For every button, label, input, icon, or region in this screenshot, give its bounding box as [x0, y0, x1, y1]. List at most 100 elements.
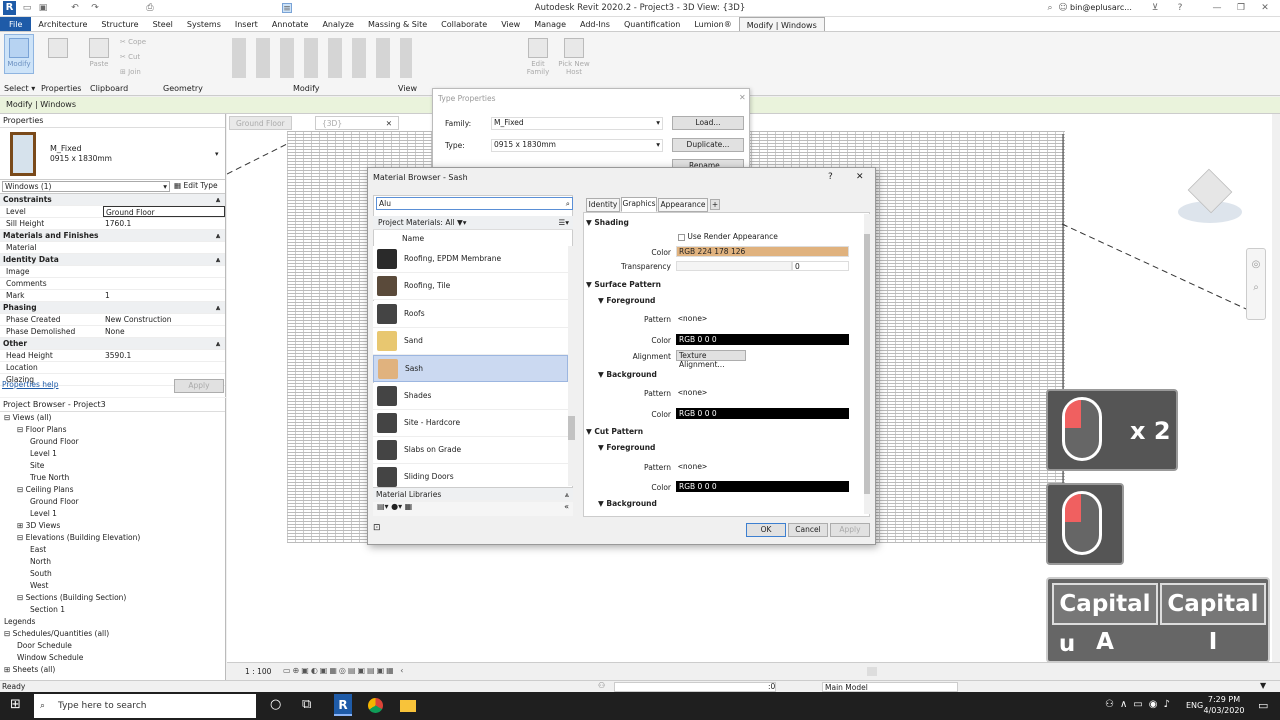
browser-tree-item[interactable]: Section 1 — [0, 604, 225, 616]
collapse-icon[interactable]: ⊟ — [4, 629, 13, 638]
ribbon-tab-annotate[interactable]: Annotate — [265, 17, 316, 31]
horizontal-scroll-thumb[interactable] — [867, 667, 877, 676]
navigation-bar[interactable]: ◎ ⌕ — [1246, 248, 1266, 320]
revit-logo-icon[interactable]: R — [3, 1, 16, 15]
library-icon[interactable]: ▤▾ — [377, 502, 389, 511]
ribbon-tab-quantification[interactable]: Quantification — [617, 17, 687, 31]
join-button[interactable]: ⊞ Join — [120, 68, 141, 76]
system-tray-icons[interactable]: ⚇∧▭◉♪ — [1105, 699, 1176, 710]
save-icon[interactable]: ▣ — [38, 3, 48, 13]
clock-date[interactable]: 4/03/2020 — [1200, 706, 1248, 715]
property-group[interactable]: Other ⩓ — [0, 338, 225, 350]
browser-tree-item[interactable]: Ground Floor — [0, 496, 225, 508]
property-row[interactable]: Head Height 3590.1 — [0, 350, 225, 362]
minimize-icon[interactable]: — — [1212, 3, 1222, 13]
maximize-icon[interactable]: ❐ — [1236, 3, 1246, 13]
taskbar-search[interactable]: ⌕ Type here to search — [34, 694, 256, 718]
material-list-item[interactable]: Roofing, Tile — [373, 273, 568, 301]
cancel-button[interactable]: Cancel — [788, 523, 828, 537]
panel-select[interactable]: Select ▾ — [4, 84, 35, 93]
filter-icon[interactable]: ▼▾ — [457, 218, 467, 227]
browser-tree-item[interactable]: Door Schedule — [0, 640, 225, 652]
material-list-item[interactable]: Sash — [373, 355, 568, 383]
chevron-down-icon[interactable]: ▾ — [215, 150, 219, 158]
tab-identity[interactable]: Identity — [586, 198, 620, 212]
browser-tree-item[interactable]: ⊞ Sheets (all) — [0, 664, 225, 676]
property-group[interactable]: Materials and Finishes ⩓ — [0, 230, 225, 242]
edit-family-button[interactable]: Edit Family — [524, 34, 552, 76]
windows-start-icon[interactable]: ⊞ — [10, 698, 24, 712]
zoom-icon[interactable]: ⌕ — [1247, 282, 1265, 293]
material-list-item[interactable]: Sand — [373, 327, 568, 355]
pick-new-host-button[interactable]: Pick New Host — [556, 34, 592, 76]
cortana-icon[interactable]: ○ — [270, 697, 281, 712]
property-row[interactable]: Phase Created New Construction — [0, 314, 225, 326]
ribbon-tab-add-ins[interactable]: Add-Ins — [573, 17, 617, 31]
workset-select[interactable] — [614, 682, 776, 692]
surface-background-section[interactable]: ▼ Background — [598, 370, 657, 379]
view-control-icons[interactable]: ▭⊕▣◐▣▦◎▤▣▤▣▦ ‹ — [283, 666, 405, 675]
asset-browser-icon[interactable]: ⊡ — [373, 523, 381, 533]
property-row[interactable]: Comments — [0, 278, 225, 290]
ribbon-tab-steel[interactable]: Steel — [146, 17, 180, 31]
property-row[interactable]: Location — [0, 362, 225, 374]
expand-icon[interactable]: ⊞ — [4, 665, 13, 674]
ribbon-tab-manage[interactable]: Manage — [527, 17, 573, 31]
file-explorer-icon[interactable] — [400, 700, 416, 712]
material-search-input[interactable]: Alu ⌕ — [376, 197, 573, 210]
revit-taskbar-icon[interactable]: R — [334, 694, 352, 716]
material-list-item[interactable]: Slabs on Grade — [373, 437, 568, 465]
property-value[interactable]: 1 — [103, 290, 225, 301]
property-value[interactable]: None — [103, 326, 225, 337]
close-icon[interactable]: ✕ — [1260, 3, 1270, 13]
browser-tree-item[interactable]: ⊟ Ceiling Plans — [0, 484, 225, 496]
vertical-scrollbar[interactable] — [1272, 114, 1280, 662]
surface-foreground-section[interactable]: ▼ Foreground — [598, 296, 655, 305]
clock-time[interactable]: 7:29 PM — [1204, 695, 1244, 704]
close-icon[interactable]: ✕ — [739, 93, 746, 102]
double-chevron-left-icon[interactable]: « — [564, 502, 569, 511]
list-view-icon[interactable]: ☰▾ — [559, 216, 570, 230]
help-icon[interactable]: ? — [1175, 3, 1185, 13]
ribbon-tab-modify-windows[interactable]: Modify | Windows — [738, 17, 825, 31]
ribbon-tab-collaborate[interactable]: Collaborate — [434, 17, 494, 31]
material-list-item[interactable]: Roofing, EPDM Membrane — [373, 246, 568, 273]
property-value[interactable]: Ground Floor — [103, 206, 225, 217]
cut-foreground-section[interactable]: ▼ Foreground — [598, 443, 655, 452]
duplicate-button[interactable]: Duplicate... — [672, 138, 744, 152]
load-button[interactable]: Load... — [672, 116, 744, 130]
ribbon-tab-view[interactable]: View — [494, 17, 527, 31]
property-value[interactable] — [103, 242, 225, 253]
print-icon[interactable]: ⎙ — [145, 3, 155, 13]
type-select[interactable]: 0915 x 1830mm ▾ — [491, 139, 663, 152]
collapse-icon[interactable]: ⩓ — [211, 302, 225, 313]
scroll-thumb[interactable] — [864, 234, 870, 494]
view-scale[interactable]: 1 : 100 — [245, 667, 271, 676]
add-asset-button[interactable]: + — [710, 199, 720, 210]
material-filter[interactable]: Project Materials: All ▼▾ ☰▾ — [373, 216, 573, 230]
viewcube[interactable] — [1170, 165, 1250, 229]
modify-button[interactable]: Modify — [4, 34, 34, 74]
ok-button[interactable]: OK — [746, 523, 786, 537]
browser-tree-item[interactable]: Legends — [0, 616, 225, 628]
collapse-icon[interactable]: ⊟ — [17, 593, 26, 602]
ribbon-tab-massing-site[interactable]: Massing & Site — [361, 17, 434, 31]
worksets-icon[interactable]: ⚇ — [598, 681, 605, 690]
collapse-icon[interactable]: ⩓ — [211, 194, 225, 205]
browser-tree-item[interactable]: Site — [0, 460, 225, 472]
collapse-icon[interactable]: ⩓ — [565, 488, 569, 501]
cart-icon[interactable]: ⊻ — [1150, 3, 1160, 13]
family-select[interactable]: M_Fixed ▾ — [491, 117, 663, 130]
transparency-slider[interactable] — [676, 261, 792, 271]
ribbon-tab-systems[interactable]: Systems — [180, 17, 228, 31]
surface-bg-color-swatch[interactable]: RGB 0 0 0 — [676, 408, 849, 419]
type-selector[interactable]: M_Fixed 0915 x 1830mm ▾ — [0, 128, 225, 180]
shading-color-swatch[interactable]: RGB 224 178 126 — [676, 246, 849, 257]
close-icon[interactable]: ✕ — [856, 172, 864, 182]
material-list-item[interactable]: Roofs — [373, 300, 568, 328]
material-list-item[interactable]: Shades — [373, 382, 568, 410]
properties-help-link[interactable]: Properties help — [2, 380, 59, 389]
shading-section[interactable]: ▼ Shading — [586, 218, 629, 227]
property-value[interactable] — [103, 266, 225, 277]
open-icon[interactable]: ▭ — [22, 3, 32, 13]
